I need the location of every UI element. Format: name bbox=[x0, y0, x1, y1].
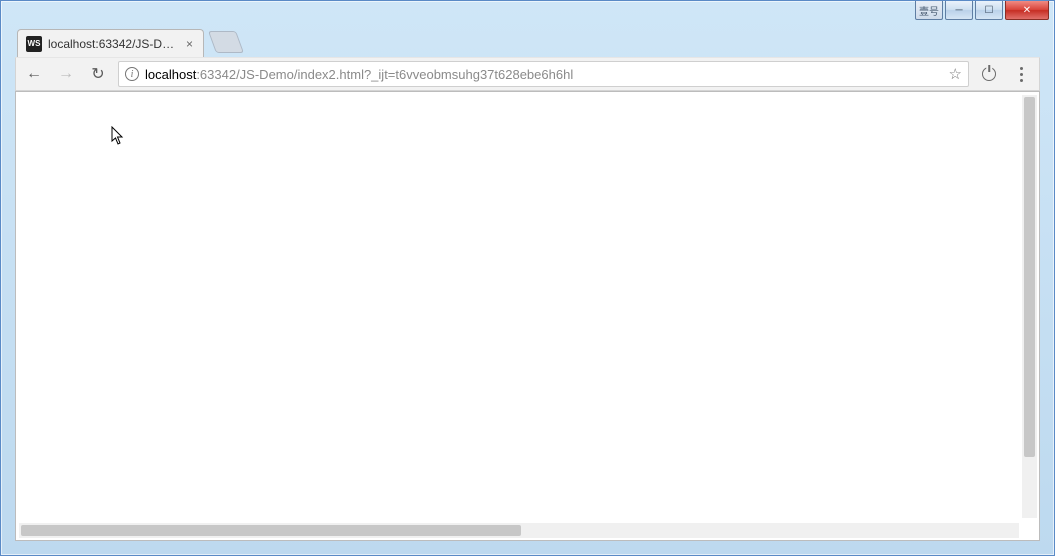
window-controls: 壹号 ─ ☐ ✕ bbox=[915, 1, 1049, 21]
reload-icon: ↻ bbox=[91, 64, 104, 84]
vertical-scrollbar-thumb[interactable] bbox=[1024, 97, 1035, 457]
minimize-icon: ─ bbox=[955, 5, 962, 16]
browser-menu-button[interactable] bbox=[1009, 62, 1033, 86]
browser-tab[interactable]: WS localhost:63342/JS-Dem × bbox=[17, 29, 204, 57]
url-text: localhost:63342/JS-Demo/index2.html?_ijt… bbox=[145, 67, 943, 82]
page-viewport bbox=[15, 91, 1040, 541]
jetbrains-ide-button[interactable] bbox=[977, 62, 1001, 86]
horizontal-scrollbar-thumb[interactable] bbox=[21, 525, 521, 536]
address-bar[interactable]: i localhost:63342/JS-Demo/index2.html?_i… bbox=[118, 61, 969, 87]
browser-window: 壹号 ─ ☐ ✕ WS localhost:63342/JS-Dem × ← → bbox=[0, 0, 1055, 556]
url-path: :63342/JS-Demo/index2.html?_ijt=t6vveobm… bbox=[196, 67, 573, 82]
arrow-left-icon: ← bbox=[26, 65, 42, 83]
close-button[interactable]: ✕ bbox=[1005, 1, 1049, 20]
forward-button[interactable]: → bbox=[54, 62, 78, 86]
bookmark-star-icon[interactable]: ☆ bbox=[949, 65, 962, 83]
minimize-button[interactable]: ─ bbox=[945, 1, 973, 20]
kebab-menu-icon bbox=[1013, 67, 1029, 82]
url-host: localhost bbox=[145, 67, 196, 82]
back-button[interactable]: ← bbox=[22, 62, 46, 86]
new-tab-button[interactable] bbox=[208, 31, 244, 53]
maximize-button[interactable]: ☐ bbox=[975, 1, 1003, 20]
maximize-icon: ☐ bbox=[985, 5, 994, 16]
reload-button[interactable]: ↻ bbox=[86, 62, 110, 86]
ime-language-badge[interactable]: 壹号 bbox=[915, 1, 943, 20]
tab-favicon-icon: WS bbox=[26, 36, 42, 52]
vertical-scrollbar[interactable] bbox=[1022, 95, 1037, 518]
site-info-icon[interactable]: i bbox=[125, 67, 139, 81]
tab-close-button[interactable]: × bbox=[184, 37, 195, 51]
tab-title: localhost:63342/JS-Dem bbox=[48, 37, 178, 51]
tab-strip: WS localhost:63342/JS-Dem × bbox=[17, 27, 1034, 57]
close-icon: ✕ bbox=[1023, 5, 1031, 16]
horizontal-scrollbar[interactable] bbox=[19, 523, 1019, 538]
window-titlebar[interactable]: 壹号 ─ ☐ ✕ bbox=[1, 1, 1054, 27]
browser-toolbar: ← → ↻ i localhost:63342/JS-Demo/index2.h… bbox=[15, 57, 1040, 91]
arrow-right-icon: → bbox=[58, 65, 74, 83]
power-icon bbox=[982, 67, 996, 81]
